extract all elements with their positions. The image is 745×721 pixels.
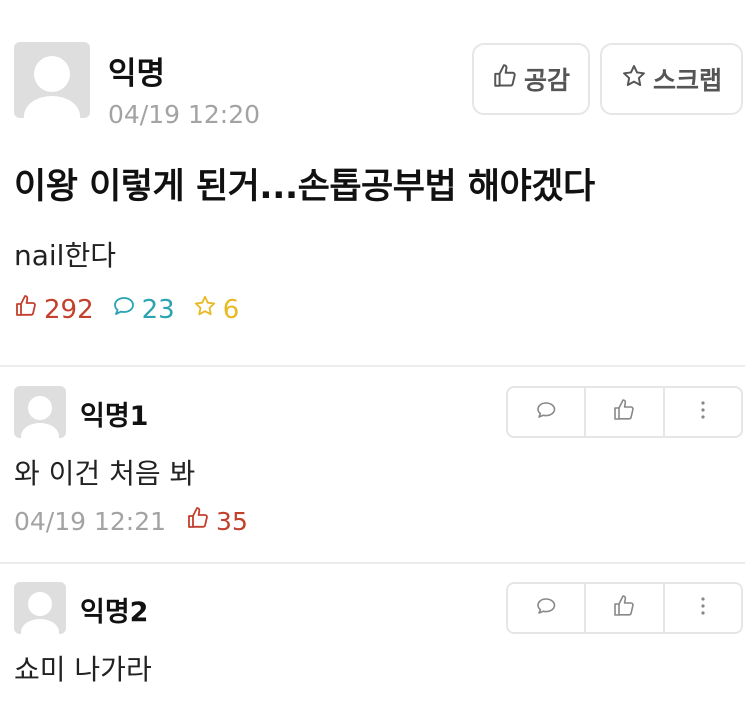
comment-actions — [506, 386, 743, 438]
divider — [0, 562, 745, 564]
thumbs-up-icon — [186, 506, 210, 536]
divider — [0, 365, 745, 367]
post-stats: 292 23 6 — [14, 294, 257, 325]
post-author-avatar — [14, 42, 90, 118]
comment-text: 쇼미 나가라 — [14, 653, 152, 686]
comment-author-avatar — [14, 386, 66, 438]
thumbs-up-icon — [612, 594, 636, 622]
comment-text: 와 이건 처음 봐 — [14, 457, 196, 490]
scrap-button[interactable]: 스크랩 — [600, 43, 743, 115]
speech-bubble-icon — [112, 294, 136, 325]
thumbs-up-icon — [492, 63, 518, 95]
comment-like-count: 35 — [186, 506, 248, 536]
comment-author-avatar — [14, 582, 66, 634]
more-vertical-icon — [691, 398, 715, 426]
more-options-button[interactable] — [662, 584, 741, 632]
comment-author-name: 익명1 — [80, 401, 149, 432]
post-timestamp: 04/19 12:20 — [108, 100, 261, 129]
thumbs-up-icon — [14, 294, 38, 325]
comment-like-count-value: 35 — [216, 506, 248, 536]
comment-count-value: 23 — [141, 294, 175, 325]
more-vertical-icon — [691, 594, 715, 622]
post-body: nail한다 — [14, 239, 116, 272]
comment-actions — [506, 582, 743, 634]
scrap-count: 6 — [193, 294, 240, 325]
speech-bubble-icon — [534, 594, 558, 622]
comment-count: 23 — [112, 294, 175, 325]
thumbs-up-icon — [612, 398, 636, 426]
star-icon — [193, 294, 217, 325]
reply-button[interactable] — [508, 388, 584, 436]
comment-timestamp: 04/19 12:21 — [14, 506, 167, 536]
post-author-name: 익명 — [108, 56, 166, 92]
comment-author-name: 익명2 — [80, 597, 149, 628]
reply-button[interactable] — [508, 584, 584, 632]
like-button[interactable]: 공감 — [472, 43, 590, 115]
like-button-label: 공감 — [523, 66, 570, 95]
scrap-count-value: 6 — [222, 294, 240, 325]
comment-like-button[interactable] — [584, 584, 662, 632]
star-icon — [621, 63, 647, 95]
comment-meta: 04/19 12:21 35 — [14, 506, 266, 536]
comment-like-button[interactable] — [584, 388, 662, 436]
scrap-button-label: 스크랩 — [652, 66, 722, 95]
like-count: 292 — [14, 294, 94, 325]
like-count-value: 292 — [44, 294, 94, 325]
post-title: 이왕 이렇게 된거...손톱공부법 해야겠다 — [14, 167, 595, 207]
more-options-button[interactable] — [662, 388, 741, 436]
speech-bubble-icon — [534, 398, 558, 426]
